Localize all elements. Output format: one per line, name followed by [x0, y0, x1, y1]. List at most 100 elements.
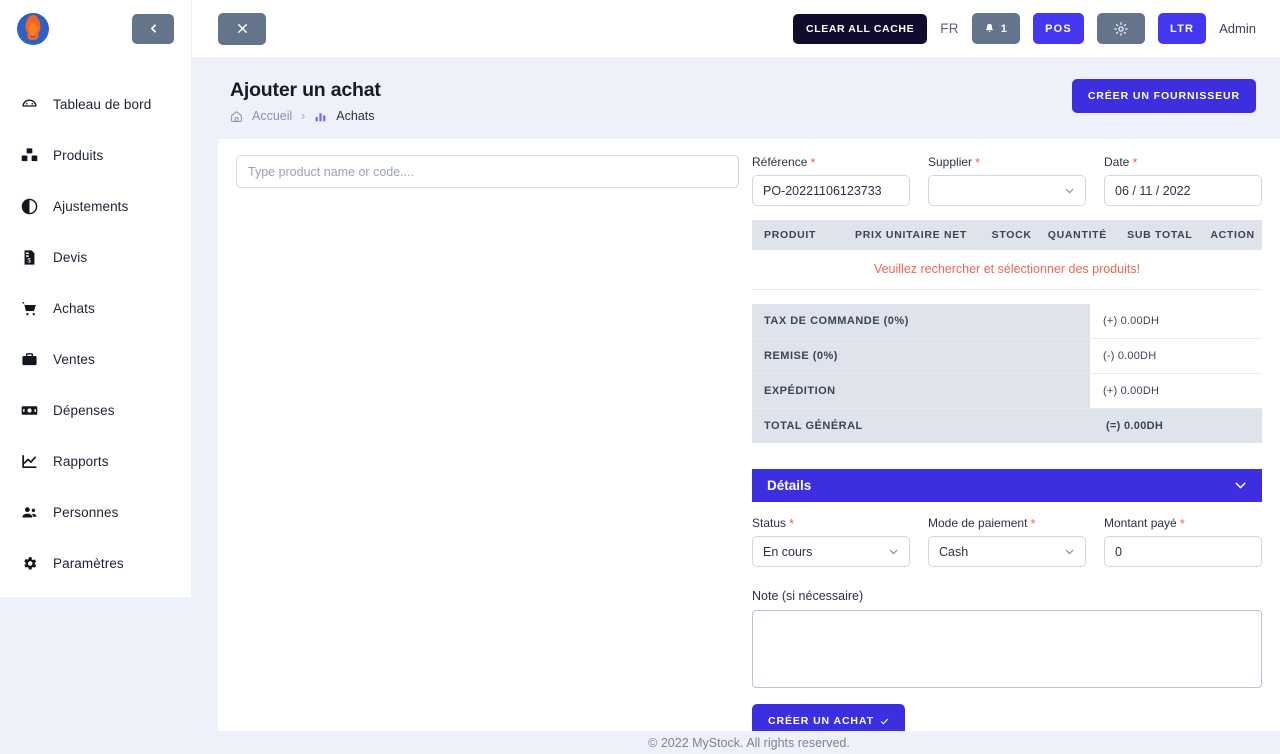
purchase-form-card: Référence * Supplier *: [218, 139, 1280, 738]
note-label: Note (si nécessaire): [752, 589, 864, 603]
quote-document-icon: $: [21, 249, 38, 266]
date-input[interactable]: [1104, 175, 1262, 206]
sidebar-item-label: Devis: [53, 250, 88, 265]
grand-total-value: (=) 0.00DH: [1090, 408, 1262, 443]
chevron-left-icon: [150, 24, 156, 33]
amount-paid-field-group: Montant payé *: [1104, 516, 1262, 567]
note-textarea[interactable]: [752, 610, 1262, 688]
breadcrumb-current: Achats: [336, 109, 375, 123]
details-section-header[interactable]: Détails: [752, 469, 1262, 502]
breadcrumb-separator: ›: [301, 109, 306, 123]
supplier-select[interactable]: [928, 175, 1086, 206]
sidebar-item-label: Rapports: [53, 454, 109, 469]
check-icon: [880, 718, 888, 724]
chevron-down-icon: [1063, 545, 1076, 558]
shipping-value: (+) 0.00DH: [1090, 373, 1262, 409]
column-stock: STOCK: [985, 220, 1039, 250]
discount-label: REMISE (0%): [752, 338, 1090, 374]
close-x-icon: [237, 24, 247, 33]
column-prix-unitaire-net: PRIX UNITAIRE NET: [836, 220, 986, 250]
supplier-field-group: Supplier *: [928, 155, 1086, 206]
sidebar-item-achats[interactable]: Achats: [0, 283, 191, 334]
page-header: Ajouter un achat Accueil › Achats CRÉER …: [218, 57, 1280, 139]
product-search-column: [230, 155, 739, 738]
sidebar-item-rapports[interactable]: Rapports: [0, 436, 191, 487]
table-row: TOTAL GÉNÉRAL (=) 0.00DH: [752, 408, 1262, 443]
gear-icon: [21, 555, 38, 572]
sidebar-item-tableau-de-bord[interactable]: Tableau de bord: [0, 79, 191, 130]
table-row: EXPÉDITION (+) 0.00DH: [752, 373, 1262, 409]
sidebar-item-label: Tableau de bord: [53, 97, 152, 112]
notifications-button[interactable]: 1: [971, 13, 1021, 44]
status-field-group: Status * En cours: [752, 516, 910, 567]
create-supplier-button[interactable]: CRÉER UN FOURNISSEUR: [1071, 79, 1256, 113]
sidebar-item-produits[interactable]: Produits: [0, 130, 191, 181]
table-row: REMISE (0%) (-) 0.00DH: [752, 338, 1262, 374]
reference-input[interactable]: [752, 175, 910, 206]
page-footer: © 2022 MyStock. All rights reserved.: [218, 731, 1280, 754]
page-header-left: Ajouter un achat Accueil › Achats: [230, 79, 381, 123]
details-title: Détails: [767, 478, 812, 493]
sidebar-item-ventes[interactable]: Ventes: [0, 334, 191, 385]
required-marker: *: [810, 154, 816, 170]
status-select-value: En cours: [763, 544, 813, 559]
column-action: ACTION: [1203, 220, 1262, 250]
sidebar-header: [0, 0, 191, 57]
sidebar: Tableau de bord Produits Ajustements $ D…: [0, 0, 192, 597]
line-chart-icon: [21, 453, 38, 470]
sidebar-item-devis[interactable]: $ Devis: [0, 232, 191, 283]
sidebar-item-label: Produits: [53, 148, 104, 163]
reference-label: Référence *: [752, 154, 816, 170]
date-field-group: Date *: [1104, 155, 1262, 206]
direction-toggle-button[interactable]: LTR: [1157, 13, 1207, 44]
sidebar-collapse-button[interactable]: [132, 13, 174, 44]
chevron-down-icon: [887, 545, 900, 558]
product-search-input[interactable]: [236, 155, 739, 188]
chevron-down-icon: [1232, 477, 1249, 494]
sidebar-item-parametres[interactable]: Paramètres: [0, 538, 191, 589]
empty-products-message: Veuillez rechercher et sélectionner des …: [752, 250, 1262, 290]
order-tax-value: (+) 0.00DH: [1090, 304, 1262, 339]
sidebar-item-label: Achats: [53, 301, 95, 316]
table-row: Veuillez rechercher et sélectionner des …: [752, 250, 1262, 290]
notifications-count: 1: [1000, 22, 1009, 35]
required-marker: *: [1030, 515, 1036, 531]
bell-icon: [985, 23, 993, 32]
payment-mode-select[interactable]: Cash: [928, 536, 1086, 567]
pos-button[interactable]: POS: [1033, 13, 1084, 44]
clear-all-cache-button[interactable]: CLEAR ALL CACHE: [793, 13, 928, 44]
column-produit: PRODUIT: [752, 220, 837, 250]
breadcrumb-home-link[interactable]: Accueil: [252, 109, 292, 123]
required-marker: *: [1132, 154, 1138, 170]
column-quantite: QUANTITÉ: [1038, 220, 1117, 250]
amount-paid-input[interactable]: [1104, 536, 1262, 567]
sidebar-item-depenses[interactable]: Dépenses: [0, 385, 191, 436]
status-select[interactable]: En cours: [752, 536, 910, 567]
sidebar-item-label: Paramètres: [53, 556, 124, 571]
page-title: Ajouter un achat: [230, 79, 381, 101]
order-meta-row: Référence * Supplier *: [752, 155, 1262, 206]
grand-total-label: TOTAL GÉNÉRAL: [752, 408, 1090, 443]
theme-toggle-button[interactable]: [1096, 13, 1145, 44]
sidebar-item-label: Dépenses: [53, 403, 115, 418]
top-bar: CLEAR ALL CACHE FR 1 POS LTR Admin: [192, 0, 1280, 57]
table-row: TAX DE COMMANDE (0%) (+) 0.00DH: [752, 304, 1262, 339]
sidebar-item-label: Ventes: [53, 352, 95, 367]
sidebar-item-ajustements[interactable]: Ajustements: [0, 181, 191, 232]
date-label: Date *: [1104, 154, 1138, 170]
home-icon: [230, 110, 243, 123]
required-marker: *: [789, 515, 795, 531]
briefcase-icon: [21, 351, 38, 368]
payment-mode-label: Mode de paiement *: [928, 515, 1036, 531]
sidebar-item-label: Ajustements: [53, 199, 129, 214]
status-label: Status *: [752, 515, 795, 531]
chevron-down-icon: [1063, 184, 1076, 197]
create-purchase-label: CRÉER UN ACHAT: [768, 715, 874, 727]
user-menu[interactable]: Admin: [1219, 21, 1256, 36]
close-button[interactable]: [218, 12, 266, 45]
language-switcher[interactable]: FR: [940, 21, 959, 36]
banknote-icon: [21, 402, 38, 419]
sidebar-item-personnes[interactable]: Personnes: [0, 487, 191, 538]
reference-field-group: Référence *: [752, 155, 910, 206]
required-marker: *: [1179, 515, 1185, 531]
